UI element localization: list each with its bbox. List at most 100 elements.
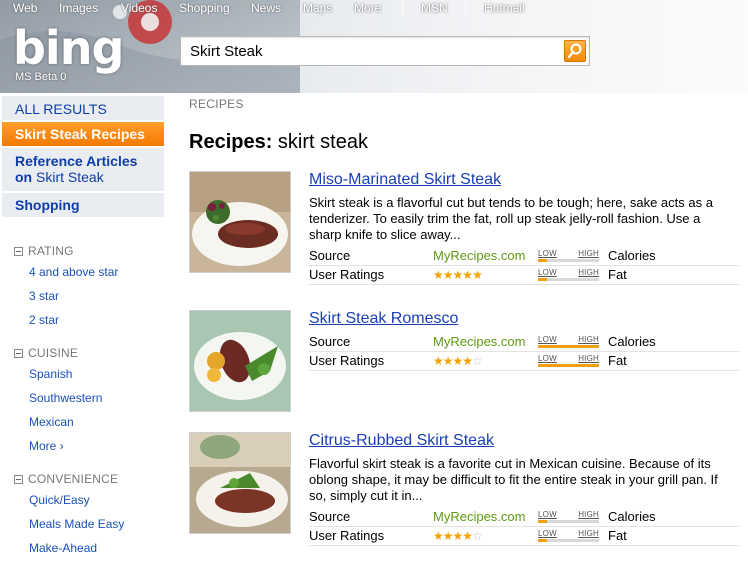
sidebar-item-label: Skirt Steak — [36, 169, 104, 185]
facet-link-more[interactable]: More › — [29, 434, 164, 458]
star-filled-icon: ★ — [452, 354, 464, 368]
section-label: RECIPES — [189, 97, 244, 111]
sidebar-item-label: Reference Articles — [15, 153, 138, 169]
recipe-result: Citrus-Rubbed Skirt Steak Flavorful skir… — [189, 432, 739, 546]
recipe-meta-row: User Ratings ★★★★★ LOW HIGH Fat — [309, 266, 739, 285]
facet-link-southwestern[interactable]: Southwestern — [29, 386, 164, 410]
recipe-thumbnail[interactable] — [189, 310, 291, 412]
facet-convenience: CONVENIENCE Quick/Easy Meals Made Easy M… — [14, 472, 164, 560]
nav-videos[interactable]: Videos — [121, 1, 157, 15]
star-filled-icon: ★ — [472, 268, 483, 282]
facet-link-quick-easy[interactable]: Quick/Easy — [29, 488, 164, 512]
recipe-title-link[interactable]: Citrus-Rubbed Skirt Steak — [309, 432, 494, 450]
fat-gauge: LOW HIGH — [538, 268, 599, 281]
nav-divider — [402, 2, 403, 14]
star-rating: ★★★★★ — [433, 268, 483, 282]
calories-gauge: LOW HIGH — [538, 510, 599, 523]
calories-gauge: LOW HIGH — [538, 249, 599, 262]
star-filled-icon: ★ — [433, 529, 444, 543]
star-filled-icon: ★ — [442, 354, 454, 368]
star-filled-icon: ★ — [452, 529, 464, 543]
recipe-title-link[interactable]: Skirt Steak Romesco — [309, 310, 458, 328]
nav-web[interactable]: Web — [13, 1, 37, 15]
sidebar-item-all-results[interactable]: ALL RESULTS — [2, 96, 164, 120]
nav-news[interactable]: News — [251, 1, 281, 15]
star-filled-icon: ★ — [442, 268, 454, 282]
source-link[interactable]: MyRecipes.com — [433, 248, 525, 263]
sidebar-item-skirt-steak-recipes[interactable]: Skirt Steak Recipes — [2, 122, 164, 146]
collapse-icon[interactable] — [14, 474, 23, 484]
star-rating: ★★★★☆ — [433, 529, 483, 543]
facet-link-4-and-above[interactable]: 4 and above star — [29, 260, 164, 284]
left-sidebar: ALL RESULTS Skirt Steak Recipes Referenc… — [2, 96, 164, 219]
star-filled-icon: ★ — [462, 529, 473, 543]
fat-label: Fat — [608, 353, 627, 368]
star-filled-icon: ★ — [433, 268, 444, 282]
recipe-meta-row: User Ratings ★★★★☆ LOW HIGH Fat — [309, 352, 739, 371]
recipe-meta-row: User Ratings ★★★★☆ LOW HIGH Fat — [309, 527, 739, 546]
ratings-label: User Ratings — [309, 353, 385, 368]
fat-gauge: LOW HIGH — [538, 354, 599, 367]
nav-hotmail[interactable]: Hotmail — [484, 1, 525, 15]
nav-shopping[interactable]: Shopping — [179, 1, 230, 15]
source-link[interactable]: MyRecipes.com — [433, 334, 525, 349]
calories-label: Calories — [608, 334, 656, 349]
fat-gauge: LOW HIGH — [538, 529, 599, 542]
star-filled-icon: ★ — [462, 268, 473, 282]
facet-heading: CONVENIENCE — [28, 472, 119, 486]
facet-rating: RATING 4 and above star 3 star 2 star — [14, 244, 164, 332]
page-title-query: skirt steak — [272, 131, 368, 153]
facet-heading: RATING — [28, 244, 74, 258]
search-icon — [567, 43, 582, 59]
star-filled-icon: ★ — [442, 529, 454, 543]
facet-link-meals-made-easy[interactable]: Meals Made Easy — [29, 512, 164, 536]
recipe-meta-row: Source MyRecipes.com LOW HIGH Calories — [309, 333, 739, 352]
nav-maps[interactable]: Maps — [303, 1, 332, 15]
recipe-result: Miso-Marinated Skirt Steak Skirt steak i… — [189, 171, 739, 285]
calories-label: Calories — [608, 248, 656, 263]
nav-images[interactable]: Images — [59, 1, 98, 15]
nav-msn[interactable]: MSN — [421, 1, 448, 15]
top-navigation: Web Images Videos Shopping News Maps Mor… — [0, 0, 748, 16]
star-empty-icon: ☆ — [472, 529, 483, 543]
ratings-label: User Ratings — [309, 267, 385, 282]
recipe-description: Skirt steak is a flavorful cut but tends… — [309, 195, 713, 242]
collapse-icon[interactable] — [14, 246, 23, 256]
facet-link-3-star[interactable]: 3 star — [29, 284, 164, 308]
recipe-thumbnail[interactable] — [189, 171, 291, 273]
facet-link-make-ahead[interactable]: Make-Ahead — [29, 536, 164, 560]
source-link[interactable]: MyRecipes.com — [433, 509, 525, 524]
search-button[interactable] — [564, 40, 586, 62]
bing-logo[interactable]: bing — [13, 25, 124, 71]
ratings-label: User Ratings — [309, 528, 385, 543]
recipe-title-link[interactable]: Miso-Marinated Skirt Steak — [309, 171, 501, 189]
beta-label: MS Beta 0 — [15, 71, 67, 83]
header: Web Images Videos Shopping News Maps Mor… — [0, 0, 748, 93]
source-label: Source — [309, 334, 351, 349]
page-title-prefix: Recipes: — [189, 131, 273, 153]
recipe-meta-row: Source MyRecipes.com LOW HIGH Calories — [309, 247, 739, 266]
facet-link-mexican[interactable]: Mexican — [29, 410, 164, 434]
sidebar-item-reference-articles[interactable]: Reference Articles on Skirt Steak — [2, 148, 164, 191]
nav-more[interactable]: More — [354, 1, 381, 15]
search-input[interactable] — [181, 37, 559, 65]
star-empty-icon: ☆ — [472, 354, 483, 368]
calories-gauge: LOW HIGH — [538, 335, 599, 348]
star-rating: ★★★★☆ — [433, 354, 483, 368]
recipe-description: Flavorful skirt steak is a favorite cut … — [309, 456, 718, 503]
recipe-result: Skirt Steak Romesco Source MyRecipes.com… — [189, 310, 739, 412]
facet-cuisine: CUISINE Spanish Southwestern Mexican Mor… — [14, 346, 164, 458]
calories-label: Calories — [608, 509, 656, 524]
collapse-icon[interactable] — [14, 348, 23, 358]
recipe-thumbnail[interactable] — [189, 432, 291, 534]
facet-link-spanish[interactable]: Spanish — [29, 362, 164, 386]
fat-label: Fat — [608, 267, 627, 282]
sidebar-item-label: on — [15, 169, 33, 185]
sidebar-item-shopping[interactable]: Shopping — [2, 193, 164, 217]
fat-label: Fat — [608, 528, 627, 543]
source-label: Source — [309, 248, 351, 263]
page-title: Recipes: skirt steak — [189, 131, 368, 154]
source-label: Source — [309, 509, 351, 524]
star-filled-icon: ★ — [462, 354, 473, 368]
facet-link-2-star[interactable]: 2 star — [29, 308, 164, 332]
